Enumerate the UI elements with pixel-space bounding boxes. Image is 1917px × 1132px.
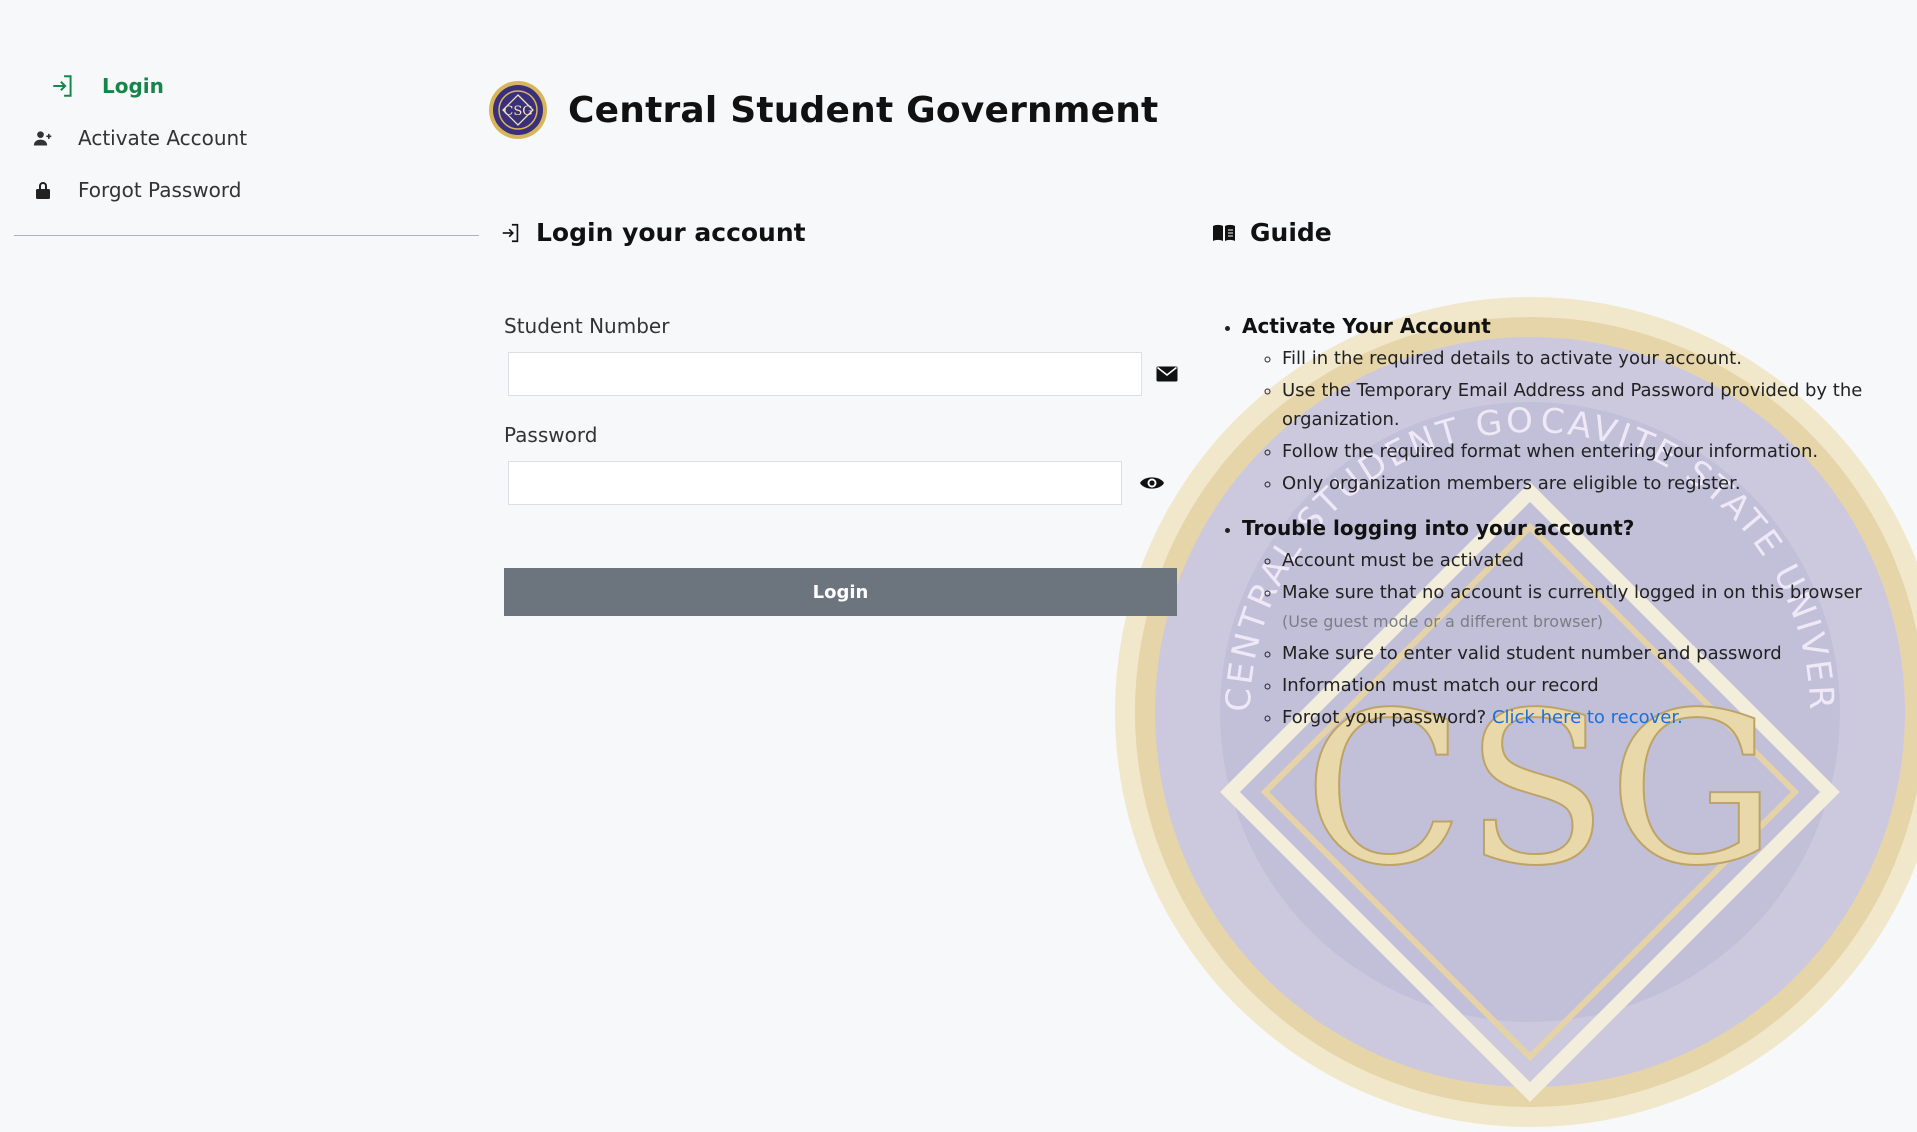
sidebar-nav: Login Activate Account Forgot Password xyxy=(14,60,479,216)
student-number-input[interactable] xyxy=(508,352,1142,396)
guide-item-text: Make sure that no account is currently l… xyxy=(1282,582,1862,603)
guide-section: Activate Your Account Fill in the requir… xyxy=(1242,308,1902,498)
sidebar-item-activate-account[interactable]: Activate Account xyxy=(14,112,479,164)
guide-heading: Trouble logging into your account? xyxy=(1242,516,1635,540)
guide-list: Activate Your Account Fill in the requir… xyxy=(1212,308,1902,744)
sidebar-item-label: Forgot Password xyxy=(78,178,242,202)
guide-item: Account must be activated xyxy=(1282,546,1902,575)
guide-item: Forgot your password? Click here to reco… xyxy=(1282,703,1902,732)
login-title-text: Login your account xyxy=(536,218,806,247)
student-number-label: Student Number xyxy=(504,314,670,338)
recover-password-link[interactable]: Click here to recover. xyxy=(1492,707,1683,728)
show-password-eye-icon[interactable] xyxy=(1139,474,1165,492)
password-label: Password xyxy=(504,423,598,447)
guide-item: Information must match our record xyxy=(1282,671,1902,700)
guide-item: Fill in the required details to activate… xyxy=(1282,344,1902,373)
guide-item: Follow the required format when entering… xyxy=(1282,437,1902,466)
guide-item: Only organization members are eligible t… xyxy=(1282,469,1902,498)
browser-note: (Use guest mode or a different browser) xyxy=(1282,612,1604,631)
guide-heading: Activate Your Account xyxy=(1242,314,1491,338)
guide-section: Trouble logging into your account? Accou… xyxy=(1242,510,1902,732)
login-button[interactable]: Login xyxy=(504,568,1177,616)
lock-icon xyxy=(28,181,58,199)
envelope-icon xyxy=(1156,366,1178,382)
login-arrow-icon xyxy=(48,73,78,99)
sidebar-item-forgot-password[interactable]: Forgot Password xyxy=(14,164,479,216)
guide-section-title: Guide xyxy=(1212,218,1332,247)
page-title: Central Student Government xyxy=(568,89,1159,131)
sidebar-item-label: Login xyxy=(102,74,164,98)
logo-monogram: CSG xyxy=(503,104,532,119)
guide-item-text: Forgot your password? xyxy=(1282,707,1487,728)
person-add-icon xyxy=(28,128,58,148)
csg-logo: CSG xyxy=(489,81,547,139)
sidebar-item-login[interactable]: Login xyxy=(14,60,479,112)
sidebar-divider xyxy=(14,235,479,236)
guide-item: Use the Temporary Email Address and Pass… xyxy=(1282,376,1902,434)
login-arrow-icon xyxy=(500,222,522,244)
guide-title-text: Guide xyxy=(1250,218,1332,247)
guide-item: Make sure to enter valid student number … xyxy=(1282,639,1902,668)
sidebar-item-label: Activate Account xyxy=(78,126,248,150)
open-book-icon xyxy=(1212,224,1236,242)
login-section-title: Login your account xyxy=(500,218,806,247)
password-input[interactable] xyxy=(508,461,1122,505)
brand-header: CSG Central Student Government xyxy=(488,80,1158,140)
guide-item: Make sure that no account is currently l… xyxy=(1282,578,1902,636)
